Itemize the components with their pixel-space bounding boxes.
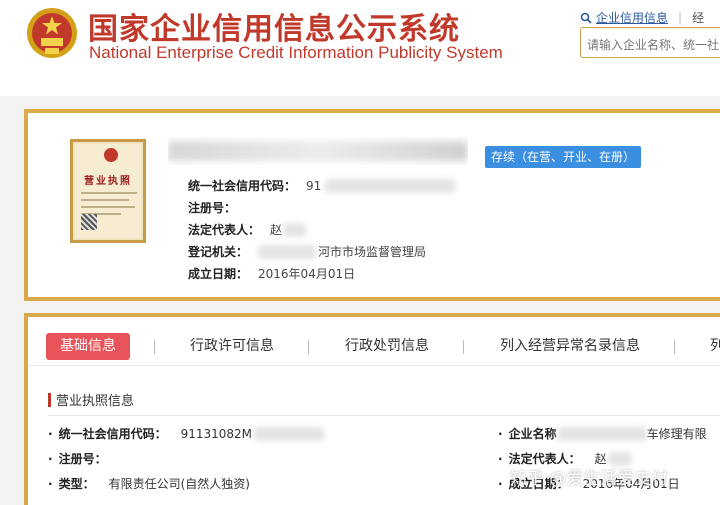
field-established-date: 成立日期： 2016年04月01日 bbox=[188, 267, 356, 281]
site-header: 国家企业信用信息公示系统 National Enterprise Credit … bbox=[0, 0, 720, 96]
tab-bar: 基础信息 行政许可信息 行政处罚信息 列入经营异常名录信息 列 bbox=[28, 329, 720, 361]
row-credit-code: · 统一社会信用代码： 91131082M bbox=[48, 425, 325, 442]
national-emblem-icon bbox=[27, 8, 77, 58]
business-license-thumbnail[interactable]: 营业执照 bbox=[70, 139, 146, 243]
section-title: 营业执照信息 bbox=[48, 390, 134, 409]
watermark: 知乎 @爱生活爱支付 bbox=[510, 469, 669, 489]
tab-more[interactable]: 列 bbox=[710, 333, 720, 360]
site-title-cn: 国家企业信用信息公示系统 bbox=[88, 12, 460, 47]
enterprise-credit-link[interactable]: 企业信用信息 bbox=[596, 9, 668, 26]
company-name bbox=[168, 137, 468, 165]
top-nav: 企业信用信息 | 经 bbox=[580, 9, 704, 26]
tab-basic-info[interactable]: 基础信息 bbox=[46, 333, 130, 360]
license-qr-code bbox=[81, 214, 97, 230]
field-credit-code: 统一社会信用代码： 91 bbox=[188, 177, 456, 194]
search-icon bbox=[580, 12, 592, 24]
tab-admin-license[interactable]: 行政许可信息 bbox=[190, 333, 274, 360]
field-registration-authority: 登记机关： 河市市场监督管理局 bbox=[188, 244, 427, 259]
search-input[interactable]: 请输入企业名称、统一社 bbox=[580, 27, 720, 58]
row-company-name: · 企业名称 车修理有限 bbox=[498, 426, 707, 441]
company-summary-card: 营业执照 存续（在营、开业、在册） 统一社会信用代码： 91 注册号： 法定代表… bbox=[24, 109, 720, 301]
nav-separator: | bbox=[678, 10, 683, 25]
site-title-en: National Enterprise Credit Information P… bbox=[89, 43, 503, 62]
tab-abnormal-list[interactable]: 列入经营异常名录信息 bbox=[500, 333, 640, 360]
field-legal-rep: 法定代表人： 赵 bbox=[188, 221, 307, 238]
row-type: · 类型： 有限责任公司(自然人独资) bbox=[48, 476, 250, 492]
nav-link-more[interactable]: 经 bbox=[692, 9, 704, 26]
tab-admin-penalty[interactable]: 行政处罚信息 bbox=[345, 333, 429, 360]
license-title: 营业执照 bbox=[84, 176, 132, 187]
status-badge: 存续（在营、开业、在册） bbox=[485, 146, 642, 168]
license-seal-icon bbox=[104, 148, 118, 162]
field-registration-no: 注册号： bbox=[188, 201, 237, 215]
row-registration-no: · 注册号： bbox=[48, 451, 107, 467]
